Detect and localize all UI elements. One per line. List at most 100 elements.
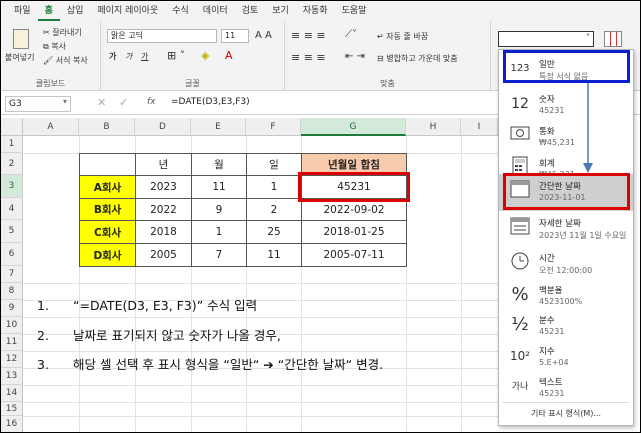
row-header-7[interactable]: 7 xyxy=(1,266,23,283)
chevron-down-icon: ˅ xyxy=(586,33,590,42)
format-long-date[interactable]: 자세한 날짜 2023년 11월 1일 수요일 xyxy=(499,211,633,248)
name-box[interactable]: G3 xyxy=(5,96,71,112)
column-header-h[interactable]: H xyxy=(406,118,461,136)
currency-icon xyxy=(508,123,532,149)
result-cell[interactable]: 2018-01-25 xyxy=(301,220,407,244)
month-cell[interactable]: 7 xyxy=(191,243,247,267)
month-cell[interactable]: 1 xyxy=(191,220,247,244)
font-color-icon[interactable]: A xyxy=(225,49,233,62)
indent-icon[interactable]: ⇤ ⇥ xyxy=(345,51,365,62)
select-all-corner[interactable] xyxy=(1,118,23,136)
row-header-16[interactable]: 16 xyxy=(1,416,23,432)
column-header-a[interactable]: A xyxy=(23,118,79,136)
format-painter-button[interactable]: 🖌 서식 복사 xyxy=(43,55,88,66)
cancel-icon[interactable]: ✕ xyxy=(97,96,106,109)
row-header-9[interactable]: 9 xyxy=(1,300,23,317)
row-header-6[interactable]: 6 xyxy=(1,243,23,266)
menu-divider xyxy=(503,402,629,403)
result-cell[interactable]: 2005-07-11 xyxy=(301,243,407,267)
day-cell[interactable]: 2 xyxy=(246,198,302,221)
row-header-10[interactable]: 10 xyxy=(1,317,23,334)
brush-icon: 🖌 xyxy=(43,56,56,65)
table-header-year[interactable]: 년 xyxy=(135,153,192,176)
italic-button[interactable]: 가 xyxy=(125,51,132,62)
percent-icon: % xyxy=(511,284,529,305)
company-cell[interactable]: C회사 xyxy=(79,220,136,244)
tab-file[interactable]: 파일 xyxy=(7,1,38,21)
namebox-chevron-icon[interactable]: ▾ xyxy=(63,97,67,106)
gridline xyxy=(23,402,498,403)
borders-icon[interactable]: ⊞ ˅ xyxy=(167,49,185,62)
table-header-day[interactable]: 일 xyxy=(246,153,302,176)
tab-insert[interactable]: 삽입 xyxy=(60,1,91,21)
calendar-long-icon xyxy=(508,215,532,241)
formula-input[interactable]: =DATE(D3,E3,F3) xyxy=(171,97,250,107)
row-header-5[interactable]: 5 xyxy=(1,220,23,243)
row-header-1[interactable]: 1 xyxy=(1,136,23,153)
merge-center-button[interactable]: ⊟ 병합하고 가운데 맞춤 xyxy=(377,53,458,64)
column-header-b[interactable]: B xyxy=(79,118,135,136)
alignment-group: ≡ ≡ ≡ ⟋˅ ↵ 자동 줄 바꿈 ≡ ≡ ≡ ⇤ ⇥ ⊟ 병합하고 가운데 … xyxy=(285,21,491,91)
wrap-text-button[interactable]: ↵ 자동 줄 바꿈 xyxy=(377,31,428,42)
align-left-icon[interactable]: ≡ ≡ ≡ xyxy=(291,51,326,64)
cut-button[interactable]: ✂ 잘라내기 xyxy=(43,27,82,38)
more-number-formats[interactable]: 기타 표시 형식(M)... xyxy=(499,408,633,419)
column-header-i[interactable]: I xyxy=(461,118,498,136)
column-header-d[interactable]: D xyxy=(135,118,191,136)
year-cell[interactable]: 2005 xyxy=(135,243,192,267)
table-header-month[interactable]: 월 xyxy=(191,153,247,176)
month-cell[interactable]: 11 xyxy=(191,175,247,199)
tab-formulas[interactable]: 수식 xyxy=(165,1,196,21)
paste-button[interactable]: 붙여넣기 xyxy=(5,52,34,63)
tab-home[interactable]: 홈 xyxy=(37,1,60,21)
fx-icon[interactable]: fx xyxy=(147,97,156,107)
grow-font-icon[interactable]: A A xyxy=(255,30,272,41)
row-header-4[interactable]: 4 xyxy=(1,198,23,220)
gridline xyxy=(23,351,498,352)
row-header-13[interactable]: 13 xyxy=(1,368,23,385)
year-cell[interactable]: 2018 xyxy=(135,220,192,244)
tab-help[interactable]: 도움말 xyxy=(335,1,374,21)
bold-button[interactable]: 가 xyxy=(109,51,116,62)
company-cell[interactable]: D회사 xyxy=(79,243,136,267)
fill-color-icon[interactable]: ◈ xyxy=(201,49,209,62)
copy-button[interactable]: ⧉ 복사 xyxy=(43,41,66,52)
row-header-12[interactable]: 12 xyxy=(1,351,23,368)
conditional-format-icon[interactable] xyxy=(604,31,622,47)
font-name-select[interactable]: 맑은 고딕 xyxy=(107,29,217,43)
scientific-icon: 10² xyxy=(509,349,531,363)
clipboard-group: 붙여넣기 ✂ 잘라내기 ⧉ 복사 🖌 서식 복사 클립보드 xyxy=(1,21,101,91)
row-header-11[interactable]: 11 xyxy=(1,334,23,351)
tab-automate[interactable]: 자동화 xyxy=(296,1,335,21)
column-header-g[interactable]: G xyxy=(301,118,406,136)
enter-icon[interactable]: ✓ xyxy=(119,96,128,109)
day-cell[interactable]: 11 xyxy=(246,243,302,267)
row-header-2[interactable]: 2 xyxy=(1,153,23,175)
year-cell[interactable]: 2022 xyxy=(135,198,192,221)
number-format-combo[interactable]: ˅ xyxy=(498,31,594,47)
row-header-8[interactable]: 8 xyxy=(1,283,23,300)
table-header-blank[interactable] xyxy=(79,153,136,176)
column-header-e[interactable]: E xyxy=(191,118,246,136)
row-header-15[interactable]: 15 xyxy=(1,402,23,416)
company-cell[interactable]: B회사 xyxy=(79,198,136,221)
clipboard-label: 클립보드 xyxy=(35,79,66,88)
tab-data[interactable]: 데이터 xyxy=(196,1,235,21)
number-format-dropdown: 123 일반 특정 서식 없음 12 숫자 45231 통화 ₩45,231 회… xyxy=(498,49,634,426)
column-header-f[interactable]: F xyxy=(246,118,301,136)
row-header-14[interactable]: 14 xyxy=(1,385,23,402)
day-cell[interactable]: 25 xyxy=(246,220,302,244)
font-size-select[interactable]: 11 xyxy=(221,29,249,43)
year-cell[interactable]: 2023 xyxy=(135,175,192,199)
underline-button[interactable]: 가 xyxy=(141,51,148,62)
company-cell[interactable]: A회사 xyxy=(79,175,136,199)
day-cell[interactable]: 1 xyxy=(246,175,302,199)
orientation-icon[interactable]: ⟋˅ xyxy=(345,29,357,40)
month-cell[interactable]: 9 xyxy=(191,198,247,221)
row-header-3[interactable]: 3 xyxy=(1,175,23,198)
tab-view[interactable]: 보기 xyxy=(265,1,296,21)
ribbon-tabs: 파일 홈 삽입 페이지 레이아웃 수식 데이터 검토 보기 자동화 도움말 xyxy=(1,1,640,21)
tab-review[interactable]: 검토 xyxy=(235,1,266,21)
tab-page-layout[interactable]: 페이지 레이아웃 xyxy=(90,1,165,21)
align-top-icon[interactable]: ≡ ≡ ≡ xyxy=(291,29,326,42)
